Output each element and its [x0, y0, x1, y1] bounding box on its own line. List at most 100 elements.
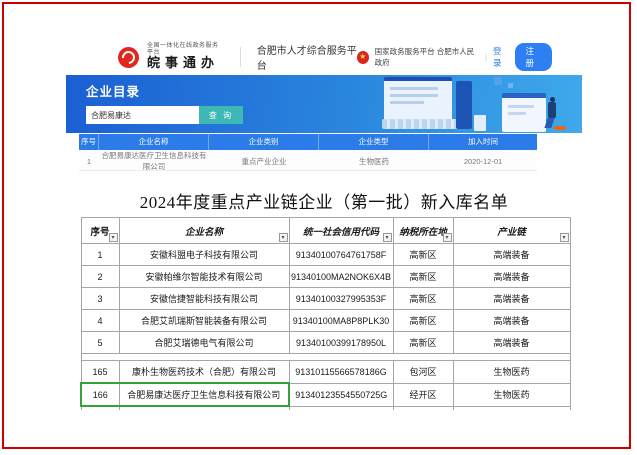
- stub-cell: [393, 406, 453, 410]
- cell-chain: 高端装备: [453, 332, 570, 354]
- screenshot-red-frame: 全国一体化在线政务服务平台 皖事通办 合肥市人才综合服务平台 ★ 国家政务服务平…: [2, 2, 631, 449]
- col-header-name: 企业名称 ▾: [119, 218, 289, 244]
- cell-index: 5: [81, 332, 119, 354]
- cell-district: 高新区: [393, 310, 453, 332]
- login-link[interactable]: 登录: [493, 45, 508, 69]
- gap-cell: [81, 354, 119, 361]
- cell-district: 高新区: [393, 332, 453, 354]
- header-right: ★ 国家政务服务平台 合肥市人民政府 | 登录 注册: [357, 43, 552, 71]
- table-row: 165 康朴生物医药技术（合肥）有限公司 91310115566578186G …: [81, 361, 570, 384]
- col-header-index: 序号▾: [81, 218, 119, 244]
- cell-name: 安徽科盟电子科技有限公司: [119, 244, 289, 266]
- table-row: 5 合肥艾瑞德电气有限公司 91340100399178950L 高新区 高端装…: [81, 332, 570, 354]
- cell-credit-code: 91340100MA2NOK6X4B: [289, 266, 393, 288]
- cell-name: 合肥艾凯瑞斯智能装备有限公司: [119, 310, 289, 332]
- stub-cell: [453, 406, 570, 410]
- cell-credit-code: 91310115566578186G: [289, 361, 393, 384]
- person-graphic: [554, 126, 566, 130]
- enterprise-directory-banner: 企业目录 查 询: [66, 75, 582, 133]
- cell-district: 高新区: [393, 244, 453, 266]
- hidden-rows-gap: [81, 354, 570, 361]
- cell-index: 1: [81, 244, 119, 266]
- cell-district: 高新区: [393, 266, 453, 288]
- cell-index: 166: [81, 383, 119, 406]
- stub-cell: [81, 406, 119, 410]
- cell-index: 4: [81, 310, 119, 332]
- result-cell: 生物医药: [319, 156, 429, 167]
- gap-cell: [289, 354, 393, 361]
- col-header-industry-chain: 产业链 ▾: [453, 218, 570, 244]
- gap-cell: [119, 354, 289, 361]
- table-row: 4 合肥艾凯瑞斯智能装备有限公司 91340100MA8P8PLK30 高新区 …: [81, 310, 570, 332]
- result-col-category: 企业类别: [209, 134, 319, 150]
- cell-district: 高新区: [393, 288, 453, 310]
- cell-credit-code: 91340123554550725G: [289, 383, 393, 406]
- search-input[interactable]: [86, 106, 199, 124]
- result-col-name: 企业名称: [99, 134, 209, 150]
- cell-credit-code: 91340100764761758F: [289, 244, 393, 266]
- national-emblem-icon: ★: [357, 51, 369, 64]
- filter-dropdown-icon[interactable]: ▾: [560, 233, 569, 242]
- result-col-date: 加入时间: [429, 134, 537, 150]
- table-row-highlighted: 166 合肥易康达医疗卫生信息科技有限公司 91340123554550725G…: [81, 383, 570, 406]
- cell-credit-code: 91340100327995353F: [289, 288, 393, 310]
- table-header-row: 序号▾ 企业名称▾ 统一社会信用代码▾ 纳税所在地▾ 产业链▾: [81, 218, 570, 244]
- text-divider: |: [485, 53, 487, 62]
- cell-district: 经开区: [393, 383, 453, 406]
- col-header-tax-district: 纳税所在地▾: [393, 218, 453, 244]
- stub-cell: [119, 406, 289, 410]
- document-title: 2024年度重点产业链企业（第一批）新入库名单: [66, 188, 582, 213]
- cell-chain: 高端装备: [453, 310, 570, 332]
- cell-chain: 高端装备: [453, 288, 570, 310]
- enterprise-list-table: 序号▾ 企业名称▾ 统一社会信用代码▾ 纳税所在地▾ 产业链▾ 1 安徽科盟电子…: [80, 217, 571, 410]
- register-button[interactable]: 注册: [515, 43, 552, 71]
- logo-text: 全国一体化在线政务服务平台 皖事通办: [147, 43, 224, 70]
- cell-chain: 高端装备: [453, 266, 570, 288]
- col-header-label: 企业名称: [185, 228, 223, 238]
- cell-chain: 生物医药: [453, 383, 570, 406]
- filter-dropdown-icon[interactable]: ▾: [443, 233, 452, 242]
- result-row[interactable]: 1 合肥易康达医疗卫生信息科技有限公司 重点产业企业 生物医药 2020-12-…: [79, 150, 537, 171]
- stub-cell: [289, 406, 393, 410]
- brand-name: 皖事通办: [147, 56, 224, 70]
- filter-dropdown-icon[interactable]: ▾: [279, 233, 288, 242]
- cell-name: 康朴生物医药技术（合肥）有限公司: [119, 361, 289, 384]
- cell-name-highlighted: 合肥易康达医疗卫生信息科技有限公司: [119, 383, 289, 406]
- cell-credit-code: 91340100399178950L: [289, 332, 393, 354]
- gov-links-text: 国家政务服务平台 合肥市人民政府: [375, 46, 479, 68]
- site-header: 全国一体化在线政务服务平台 皖事通办 合肥市人才综合服务平台 ★ 国家政务服务平…: [66, 39, 582, 75]
- table-row: 1 安徽科盟电子科技有限公司 91340100764761758F 高新区 高端…: [81, 244, 570, 266]
- header-left: 全国一体化在线政务服务平台 皖事通办 合肥市人才综合服务平台: [118, 42, 357, 72]
- cell-name: 合肥艾瑞德电气有限公司: [119, 332, 289, 354]
- banner-title: 企业目录: [86, 81, 582, 100]
- result-cell: 1: [79, 157, 99, 166]
- cell-chain: 高端装备: [453, 244, 570, 266]
- filter-dropdown-icon[interactable]: ▾: [109, 233, 118, 242]
- cell-index: 3: [81, 288, 119, 310]
- gap-cell: [393, 354, 453, 361]
- result-col-type: 企业类型: [319, 134, 429, 150]
- header-divider: [240, 47, 241, 67]
- col-header-label: 纳税所在地: [399, 228, 447, 238]
- search-result-table: 序号 企业名称 企业类别 企业类型 加入时间 1 合肥易康达医疗卫生信息科技有限…: [79, 134, 537, 171]
- clipped-next-row: [81, 406, 570, 410]
- cell-credit-code: 91340100MA8P8PLK30: [289, 310, 393, 332]
- col-header-label: 序号: [90, 228, 109, 238]
- filter-dropdown-icon[interactable]: ▾: [383, 233, 392, 242]
- cell-chain: 生物医药: [453, 361, 570, 384]
- table-row: 2 安徽帕维尔智能技术有限公司 91340100MA2NOK6X4B 高新区 高…: [81, 266, 570, 288]
- wanshitongban-logo-icon: [118, 47, 139, 68]
- result-col-index: 序号: [79, 134, 99, 150]
- cell-name: 安徽帕维尔智能技术有限公司: [119, 266, 289, 288]
- search-button[interactable]: 查 询: [199, 106, 243, 124]
- col-header-label: 产业链: [497, 228, 526, 238]
- result-cell: 重点产业企业: [209, 156, 319, 167]
- result-table-header: 序号 企业名称 企业类别 企业类型 加入时间: [79, 134, 537, 150]
- gap-cell: [453, 354, 570, 361]
- table-row: 3 安徽信捷智能科技有限公司 91340100327995353F 高新区 高端…: [81, 288, 570, 310]
- cell-name: 安徽信捷智能科技有限公司: [119, 288, 289, 310]
- result-cell: 2020-12-01: [429, 157, 537, 166]
- cell-district: 包河区: [393, 361, 453, 384]
- col-header-label: 统一社会信用代码: [303, 228, 379, 238]
- cell-index: 2: [81, 266, 119, 288]
